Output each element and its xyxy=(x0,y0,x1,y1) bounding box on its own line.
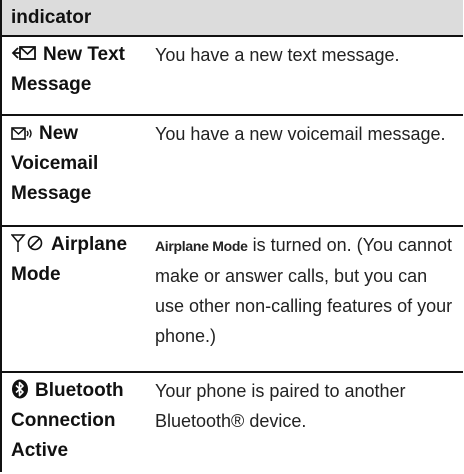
new-voicemail-icon xyxy=(11,119,33,149)
table-row: Bluetooth Connection Active Your phone i… xyxy=(2,373,463,470)
indicator-table: indicator New Text Message You have a ne… xyxy=(0,0,463,472)
indicator-description-cell: You have a new text message. xyxy=(151,37,463,114)
table-row: New Text Message You have a new text mes… xyxy=(2,37,463,116)
table-header: indicator xyxy=(2,0,463,37)
header-label: indicator xyxy=(11,6,92,28)
indicator-description: You have a new text message. xyxy=(155,45,400,65)
indicator-name-cell: Bluetooth Connection Active xyxy=(2,373,151,470)
indicator-description-cell: Your phone is paired to another Bluetoot… xyxy=(151,373,463,470)
table-row: New Voicemail Message You have a new voi… xyxy=(2,116,463,227)
indicator-name-cell: New Text Message xyxy=(2,37,151,114)
indicator-description: You have a new voicemail message. xyxy=(155,124,446,144)
indicator-description: Your phone is paired to another Bluetoot… xyxy=(155,381,406,431)
bluetooth-icon xyxy=(11,376,29,406)
indicator-name-cell: New Voicemail Message xyxy=(2,116,151,225)
airplane-mode-icon xyxy=(10,230,45,260)
indicator-description-cell: Airplane Mode is turned on. (You cannot … xyxy=(151,227,463,371)
new-text-message-icon xyxy=(11,40,37,70)
airplane-mode-term: Airplane Mode xyxy=(155,238,248,254)
table-row: Airplane Mode Airplane Mode is turned on… xyxy=(2,227,463,373)
indicator-description-cell: You have a new voicemail message. xyxy=(151,116,463,225)
indicator-name-cell: Airplane Mode xyxy=(2,227,151,371)
